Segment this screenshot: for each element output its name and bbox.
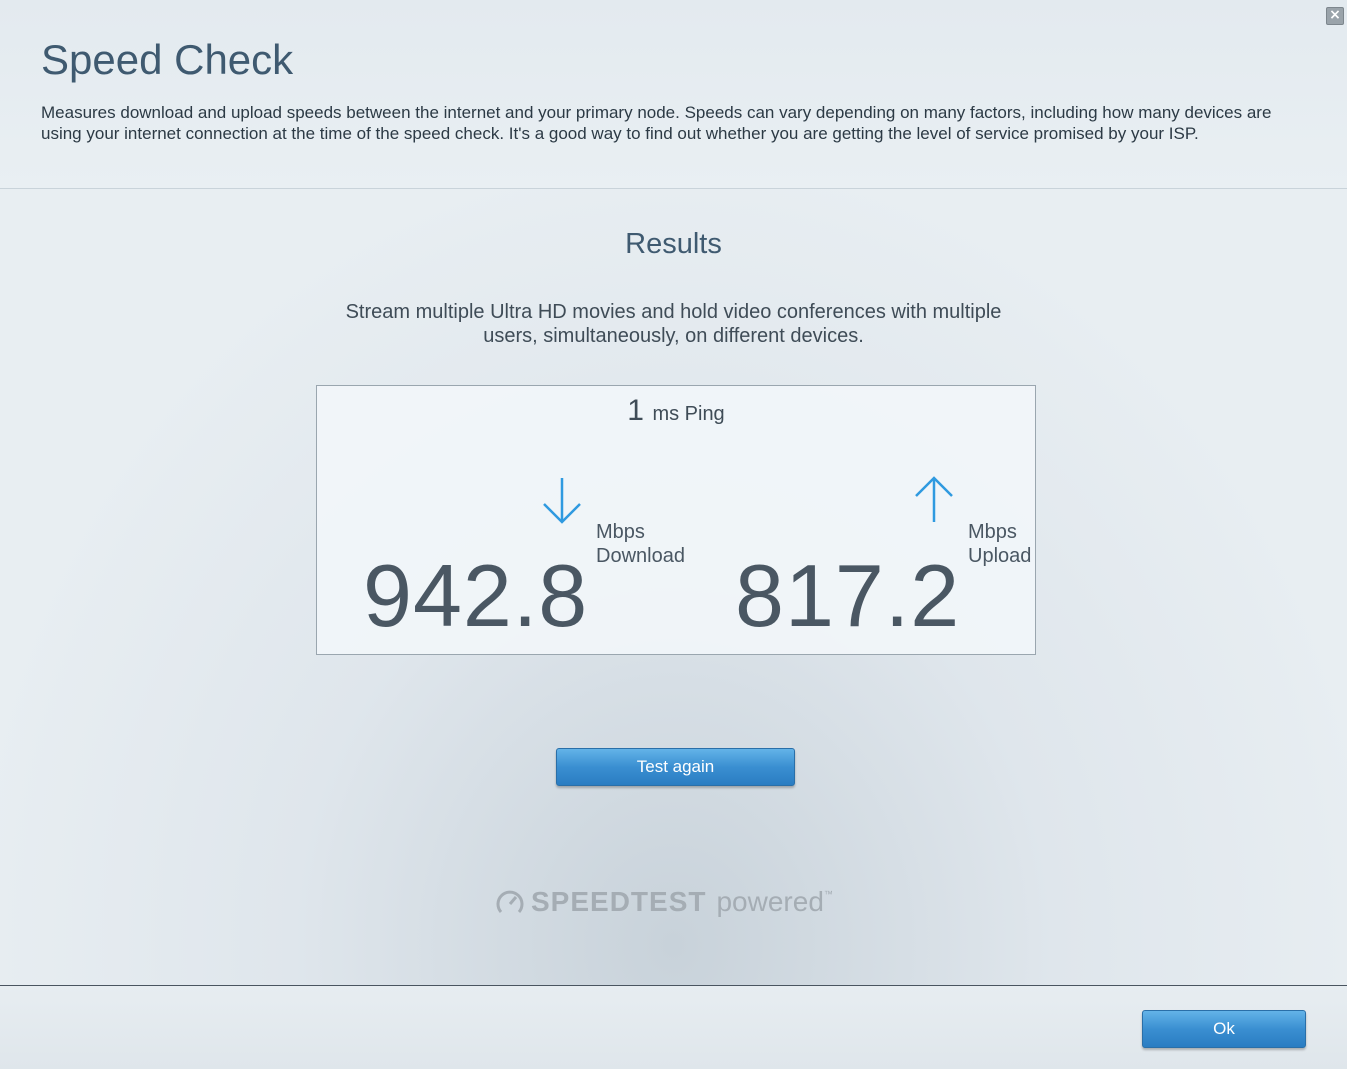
speedometer-icon <box>496 890 524 913</box>
results-description: Stream multiple Ultra HD movies and hold… <box>345 301 1002 347</box>
download-unit: Mbps <box>596 521 645 543</box>
trademark-symbol: ™ <box>823 889 833 899</box>
upload-unit: Mbps <box>968 521 1017 543</box>
dialog-header: Speed Check Measures download and upload… <box>0 0 1347 189</box>
ok-button[interactable]: Ok <box>1142 1010 1306 1048</box>
arrow-down-icon <box>543 478 581 524</box>
close-icon[interactable]: × <box>1326 7 1344 25</box>
download-value: 942.8 <box>363 546 589 645</box>
powered-label: powered <box>716 886 824 917</box>
arrow-up-icon <box>915 476 953 522</box>
download-label: Download <box>596 545 685 567</box>
test-again-button[interactable]: Test again <box>556 748 795 786</box>
page-description: Measures download and upload speeds betw… <box>41 103 1272 143</box>
results-title: Results <box>625 228 722 260</box>
ping-label: ms Ping <box>652 403 725 425</box>
upload-label: Upload <box>968 545 1032 567</box>
download-unit-block: Mbps Download <box>596 520 685 568</box>
ping-readout: 1 ms Ping <box>317 394 1035 428</box>
upload-value: 817.2 <box>735 546 961 645</box>
upload-unit-block: Mbps Upload <box>968 520 1031 568</box>
speed-results-box: 1 ms Ping Mbps Download 942.8 Mbps Uploa… <box>316 385 1036 655</box>
speedtest-brand: SPEEDTEST <box>531 886 707 917</box>
speedtest-logo: SPEEDTEST powered ™ <box>495 885 833 919</box>
ping-value: 1 <box>627 394 644 427</box>
page-title: Speed Check <box>41 36 294 83</box>
